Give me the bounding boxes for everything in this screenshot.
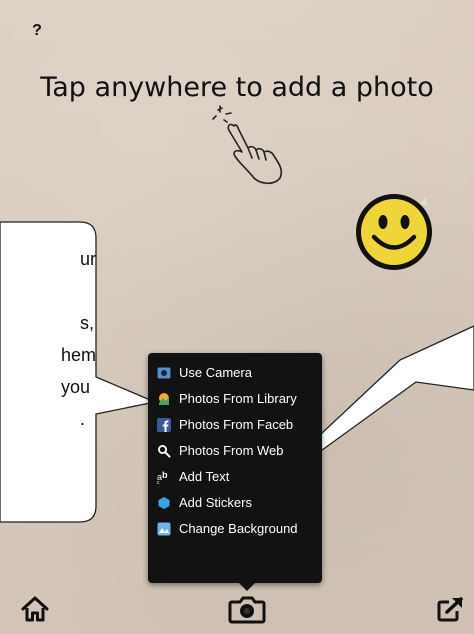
help-button[interactable]: ?: [28, 22, 46, 40]
smiley-sticker[interactable]: [352, 190, 436, 274]
share-icon[interactable]: [437, 596, 465, 622]
menu-item-add-stickers[interactable]: Add Stickers: [148, 490, 322, 516]
menu-item-label: Use Camera: [179, 365, 252, 380]
sticker-icon: [158, 497, 170, 509]
menu-item-photos-web[interactable]: Photos From Web: [148, 438, 322, 464]
add-content-menu: Use Camera Photos From Library Photos Fr…: [148, 353, 322, 583]
callout-line: you: [61, 377, 91, 397]
camera-icon: [157, 367, 171, 379]
menu-item-add-text[interactable]: a b c Add Text: [148, 464, 322, 490]
menu-item-label: Photos From Library: [179, 391, 297, 406]
callout-line: ur: [80, 249, 97, 269]
menu-item-label: Change Background: [179, 521, 298, 536]
menu-item-change-background[interactable]: Change Background: [148, 516, 322, 542]
search-icon: [158, 445, 171, 458]
camera-icon[interactable]: [228, 596, 266, 624]
menu-pointer: [238, 582, 256, 591]
callout-line: hem: [61, 345, 97, 365]
home-icon[interactable]: [20, 596, 50, 622]
menu-item-label: Photos From Faceb: [179, 417, 294, 432]
svg-text:b: b: [162, 470, 168, 480]
callout-left-text: ur s, hem you .: [0, 238, 97, 518]
instruction-text: Tap anywhere to add a photo: [40, 72, 434, 103]
tap-hand-icon: [212, 105, 283, 185]
background-icon: [157, 522, 171, 536]
photo-library-icon: [159, 393, 169, 405]
menu-item-photos-library[interactable]: Photos From Library: [148, 386, 322, 412]
text-icon: a b c: [157, 470, 168, 484]
menu-item-use-camera[interactable]: Use Camera: [148, 360, 322, 386]
menu-item-label: Photos From Web: [179, 443, 284, 458]
facebook-icon: [157, 418, 171, 432]
callout-line: .: [80, 409, 86, 429]
callout-line: s,: [80, 313, 95, 333]
menu-item-label: Add Text: [179, 469, 230, 484]
menu-item-label: Add Stickers: [179, 495, 252, 510]
menu-item-photos-facebook[interactable]: Photos From Faceb: [148, 412, 322, 438]
